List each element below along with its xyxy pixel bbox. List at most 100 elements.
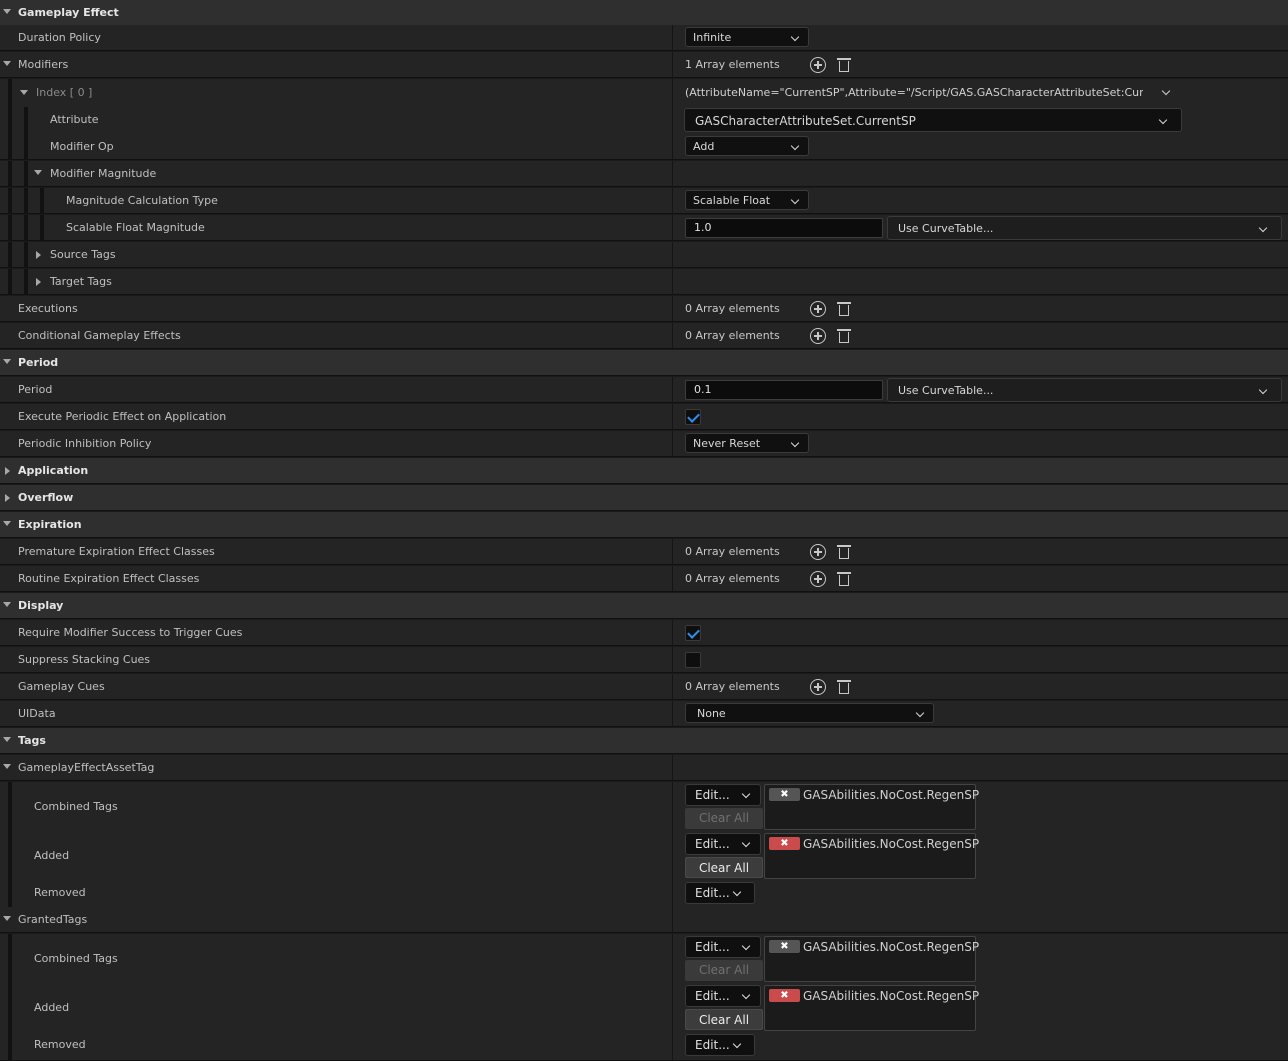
tag-container: ✖ GASAbilities.NoCost.RegenSP (764, 833, 980, 879)
category-label: Tags (18, 734, 46, 747)
expand-arrow-icon[interactable] (36, 251, 41, 259)
tag-container: ✖ GASAbilities.NoCost.RegenSP (764, 784, 980, 830)
category-gameplay-effect[interactable]: Gameplay Effect (0, 0, 1288, 26)
calc-type-dropdown[interactable]: Scalable Float (685, 190, 809, 210)
property-label: GrantedTags (18, 913, 88, 926)
collapse-arrow-icon[interactable] (34, 170, 42, 175)
collapse-arrow-icon[interactable] (3, 521, 11, 526)
collapse-arrow-icon[interactable] (3, 764, 11, 769)
uidata-dropdown[interactable]: None (685, 703, 934, 723)
trash-icon[interactable] (836, 301, 852, 317)
attribute-dropdown[interactable]: GASCharacterAttributeSet.CurrentSP (684, 108, 1182, 132)
dropdown-value: Never Reset (693, 437, 761, 450)
category-application[interactable]: Application (0, 458, 1288, 484)
remove-tag-icon[interactable]: ✖ (769, 989, 800, 1002)
category-expiration[interactable]: Expiration (0, 512, 1288, 538)
add-element-icon[interactable] (810, 544, 826, 560)
collapse-arrow-icon[interactable] (3, 61, 11, 66)
category-period[interactable]: Period (0, 350, 1288, 376)
input-value: 1.0 (694, 221, 712, 234)
property-label: Modifier Magnitude (50, 167, 157, 180)
collapse-arrow-icon[interactable] (3, 916, 11, 921)
scalable-float-input[interactable]: 1.0 (685, 218, 883, 238)
add-element-icon[interactable] (810, 571, 826, 587)
tag-container: ✖ GASAbilities.NoCost.RegenSP (764, 936, 979, 982)
category-tags[interactable]: Tags (0, 728, 1288, 754)
expand-arrow-icon[interactable] (5, 467, 10, 475)
category-overflow[interactable]: Overflow (0, 485, 1288, 511)
duration-policy-dropdown[interactable]: Infinite (685, 27, 809, 47)
property-label: Attribute (50, 113, 99, 126)
button-label: Edit... (695, 1038, 730, 1052)
chevron-down-icon (732, 1039, 742, 1049)
trash-icon[interactable] (836, 57, 852, 73)
trash-icon[interactable] (836, 544, 852, 560)
dropdown-value: Use CurveTable... (898, 384, 994, 397)
property-label: Execute Periodic Effect on Application (18, 410, 227, 423)
expand-arrow-icon[interactable] (36, 278, 41, 286)
expand-arrow-icon[interactable] (5, 494, 10, 502)
modifier-index-row[interactable]: Index [ 0 ] (AttributeName="CurrentSP",A… (0, 79, 1288, 108)
chevron-down-icon[interactable] (1161, 86, 1171, 96)
collapse-arrow-icon[interactable] (20, 90, 28, 95)
edit-tags-button[interactable]: Edit... (685, 1034, 755, 1056)
curve-table-dropdown[interactable]: Use CurveTable... (887, 378, 1282, 402)
suppress-stacking-checkbox[interactable] (685, 652, 701, 668)
clear-all-button[interactable]: Clear All (685, 808, 763, 829)
collapse-arrow-icon[interactable] (3, 359, 11, 364)
modifier-magnitude-row[interactable]: Modifier Magnitude (0, 161, 1288, 187)
period-input[interactable]: 0.1 (685, 380, 883, 400)
edit-tags-button[interactable]: Edit... (685, 936, 761, 958)
add-element-icon[interactable] (810, 328, 826, 344)
dropdown-value: Add (693, 140, 715, 153)
add-element-icon[interactable] (810, 679, 826, 695)
modifiers-row[interactable]: Modifiers 1 Array elements (0, 52, 1288, 78)
button-label: Edit... (695, 837, 730, 851)
checkmark-icon (687, 626, 700, 639)
granted-tags-row[interactable]: GrantedTags (0, 907, 1288, 933)
struct-value-text: (AttributeName="CurrentSP",Attribute="/S… (685, 86, 1143, 99)
collapse-arrow-icon[interactable] (3, 9, 11, 14)
button-label: Edit... (695, 989, 730, 1003)
edit-tags-button[interactable]: Edit... (685, 833, 761, 855)
property-label: Premature Expiration Effect Classes (18, 545, 215, 558)
clear-all-button[interactable]: Clear All (685, 857, 763, 878)
tag-label: GASAbilities.NoCost.RegenSP (803, 788, 980, 802)
remove-tag-icon[interactable]: ✖ (769, 788, 800, 801)
source-tags-row[interactable]: Source Tags (0, 242, 1288, 268)
curve-table-dropdown[interactable]: Use CurveTable... (887, 216, 1282, 240)
tag-label: GASAbilities.NoCost.RegenSP (803, 837, 980, 851)
dropdown-value: None (697, 707, 726, 720)
require-success-checkbox[interactable] (685, 625, 701, 641)
property-label: Modifier Op (50, 140, 114, 153)
collapse-arrow-icon[interactable] (3, 737, 11, 742)
inhibition-policy-dropdown[interactable]: Never Reset (685, 433, 809, 453)
property-label: Combined Tags (34, 800, 118, 813)
remove-tag-icon[interactable]: ✖ (769, 940, 800, 953)
trash-icon[interactable] (836, 679, 852, 695)
gameplay-cues-row: Gameplay Cues 0 Array elements (0, 674, 1288, 700)
asset-tag-row[interactable]: GameplayEffectAssetTag (0, 755, 1288, 781)
trash-icon[interactable] (836, 328, 852, 344)
edit-tags-button[interactable]: Edit... (685, 985, 761, 1007)
edit-tags-button[interactable]: Edit... (685, 882, 755, 904)
remove-tag-icon[interactable]: ✖ (769, 837, 800, 850)
add-element-icon[interactable] (810, 301, 826, 317)
category-label: Display (18, 599, 64, 612)
category-display[interactable]: Display (0, 593, 1288, 619)
chevron-down-icon (790, 32, 800, 42)
target-tags-row[interactable]: Target Tags (0, 269, 1288, 295)
property-label: GameplayEffectAssetTag (18, 761, 155, 774)
require-success-row: Require Modifier Success to Trigger Cues (0, 620, 1288, 646)
edit-tags-button[interactable]: Edit... (685, 784, 761, 806)
trash-icon[interactable] (836, 571, 852, 587)
category-label: Overflow (18, 491, 74, 504)
collapse-arrow-icon[interactable] (3, 602, 11, 607)
modifier-op-dropdown[interactable]: Add (685, 136, 809, 156)
clear-all-button[interactable]: Clear All (685, 1009, 763, 1030)
execute-on-application-checkbox[interactable] (685, 409, 701, 425)
clear-all-button[interactable]: Clear All (685, 960, 763, 981)
add-element-icon[interactable] (810, 57, 826, 73)
property-label: Removed (34, 886, 86, 899)
button-label: Edit... (695, 788, 730, 802)
